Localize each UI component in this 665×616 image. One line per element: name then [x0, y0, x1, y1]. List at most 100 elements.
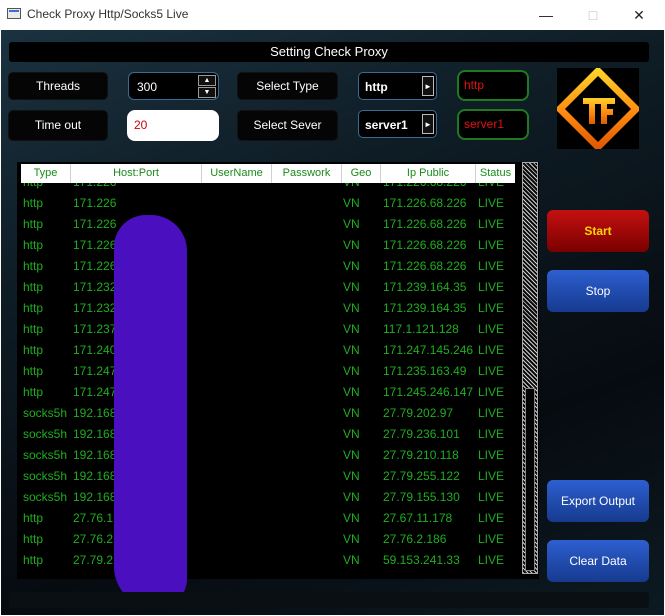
cell-status: LIVE [478, 343, 505, 357]
cell-geo: VN [343, 196, 360, 210]
threads-label: Threads [8, 72, 108, 100]
cell-status: LIVE [478, 280, 505, 294]
server-combobox[interactable]: server1 ► [358, 110, 437, 138]
cell-geo: VN [343, 406, 360, 420]
cell-status: LIVE [478, 196, 505, 210]
spin-down-icon[interactable]: ▼ [198, 87, 216, 98]
timeout-input[interactable]: 20 [127, 110, 219, 141]
table-row[interactable]: http 171.226 VN 171.226.68.226 LIVE [17, 193, 517, 214]
cell-geo: VN [343, 553, 360, 567]
cell-ip-public: 171.226.68.226 [383, 217, 467, 231]
chevron-down-icon[interactable]: ► [422, 76, 434, 96]
cell-ip-public: 171.226.68.226 [383, 259, 467, 273]
cell-ip-public: 59.153.241.33 [383, 553, 460, 567]
window-title: Check Proxy Http/Socks5 Live [27, 7, 189, 21]
cell-status: LIVE [478, 532, 505, 546]
table-row[interactable]: http 171.232.7 VN 171.239.164.35 LIVE [17, 277, 517, 298]
cell-type: http [23, 301, 44, 315]
column-header-geo[interactable]: Geo [342, 164, 381, 183]
cell-type: socks5h [23, 448, 68, 462]
timeout-label: Time out [8, 110, 108, 141]
stop-button[interactable]: Stop [547, 270, 649, 312]
table-row[interactable]: http 27.76.2 VN 27.76.2.186 LIVE [17, 529, 517, 550]
cell-type: http [23, 511, 44, 525]
column-header-passwork[interactable]: Passwork [272, 164, 342, 183]
cell-geo: VN [343, 532, 360, 546]
cell-geo: VN [343, 490, 360, 504]
cell-geo: VN [343, 259, 360, 273]
column-header-status[interactable]: Status [476, 164, 515, 183]
cell-ip-public: 27.79.202.97 [383, 406, 454, 420]
redaction-scribble [114, 215, 187, 607]
close-icon[interactable]: ✕ [625, 4, 653, 26]
cell-geo: VN [343, 511, 360, 525]
select-type-label: Select Type [237, 72, 338, 100]
cell-ip-public: 27.76.2.186 [383, 532, 447, 546]
table-row[interactable]: socks5h 192.168 VN 27.79.155.130 LIVE [17, 487, 517, 508]
cell-host-port: 192.168 [73, 448, 117, 462]
spin-up-icon[interactable]: ▲ [198, 75, 216, 86]
cell-ip-public: 27.79.236.101 [383, 427, 460, 441]
threads-value: 300 [137, 80, 158, 94]
maximize-icon[interactable]: □ [579, 4, 607, 26]
cell-type: http [23, 385, 44, 399]
type-combobox[interactable]: http ► [358, 72, 437, 100]
table-row[interactable]: http 171.226.6 VN 171.226.68.226 LIVE [17, 256, 517, 277]
column-header-ip-public[interactable]: Ip Public [381, 164, 476, 183]
cell-type: http [23, 259, 44, 273]
column-header-type[interactable]: Type [21, 164, 71, 183]
cell-status: LIVE [478, 238, 505, 252]
cell-status: LIVE [478, 490, 505, 504]
cell-geo: VN [343, 217, 360, 231]
cell-type: http [23, 532, 44, 546]
cell-geo: VN [343, 448, 360, 462]
table-row[interactable]: http 171.240. VN 171.247.145.246 LIVE [17, 340, 517, 361]
main-panel: Setting Check Proxy Threads Time out 300… [1, 30, 664, 615]
cell-type: http [23, 364, 44, 378]
table-row[interactable]: socks5h 192.168 VN 27.79.255.122 LIVE [17, 466, 517, 487]
cell-host-port: 171.226. [73, 238, 120, 252]
app-logo [555, 66, 641, 152]
cell-status: LIVE [478, 364, 505, 378]
type-value: http [365, 80, 388, 94]
export-output-button[interactable]: Export Output [547, 480, 649, 522]
app-window-icon [7, 8, 21, 19]
settings-banner: Setting Check Proxy [9, 42, 649, 62]
cell-type: http [23, 553, 44, 567]
table-row[interactable]: http 171.226 VN 171.226.68.226 LIVE [17, 214, 517, 235]
table-row[interactable]: http 171.226. VN 171.226.68.226 LIVE [17, 235, 517, 256]
table-row[interactable]: http 27.76.1 VN 27.67.11.178 LIVE [17, 508, 517, 529]
table-row[interactable]: http 27.79.2 VN 59.153.241.33 LIVE [17, 550, 517, 571]
table-row[interactable]: socks5h 192.168 VN 27.79.210.118 LIVE [17, 445, 517, 466]
cell-status: LIVE [478, 259, 505, 273]
proxy-table[interactable]: http 171.226 VN 171.226.68.226 LIVE http 171.2… [17, 162, 539, 579]
table-scrollbar-thumb[interactable] [525, 388, 535, 571]
table-row[interactable]: http 171.247. VN 171.235.163.49 LIVE [17, 361, 517, 382]
column-header-username[interactable]: UserName [202, 164, 272, 183]
clear-data-button[interactable]: Clear Data [547, 540, 649, 582]
cell-host-port: 27.79.2 [73, 553, 114, 567]
chevron-down-icon[interactable]: ► [422, 114, 434, 134]
table-row[interactable]: socks5h 192.168 VN 27.79.236.101 LIVE [17, 424, 517, 445]
cell-host-port: 171.226 [73, 217, 117, 231]
minimize-icon[interactable]: — [532, 4, 560, 26]
table-row[interactable]: http 171.232.7 VN 171.239.164.35 LIVE [17, 298, 517, 319]
cell-geo: VN [343, 280, 360, 294]
table-row[interactable]: socks5h 192.168 VN 27.79.202.97 LIVE [17, 403, 517, 424]
cell-status: LIVE [478, 511, 505, 525]
cell-host-port: 171.240. [73, 343, 120, 357]
table-row[interactable]: http 171.247 VN 171.245.246.147 LIVE [17, 382, 517, 403]
cell-type: http [23, 217, 44, 231]
column-header-host-port[interactable]: Host:Port [71, 164, 202, 183]
table-row[interactable]: http 171.237.1 VN 117.1.121.128 LIVE [17, 319, 517, 340]
cell-host-port: 192.168 [73, 427, 117, 441]
cell-host-port: 27.76.2 [73, 532, 114, 546]
cell-type: http [23, 322, 44, 336]
cell-ip-public: 117.1.121.128 [383, 322, 459, 336]
cell-type: socks5h [23, 427, 68, 441]
cell-status: LIVE [478, 406, 505, 420]
start-button[interactable]: Start [547, 210, 649, 252]
cell-type: http [23, 238, 44, 252]
threads-spinbox[interactable]: 300 ▲ ▼ [128, 72, 219, 100]
cell-ip-public: 171.235.163.49 [383, 364, 467, 378]
